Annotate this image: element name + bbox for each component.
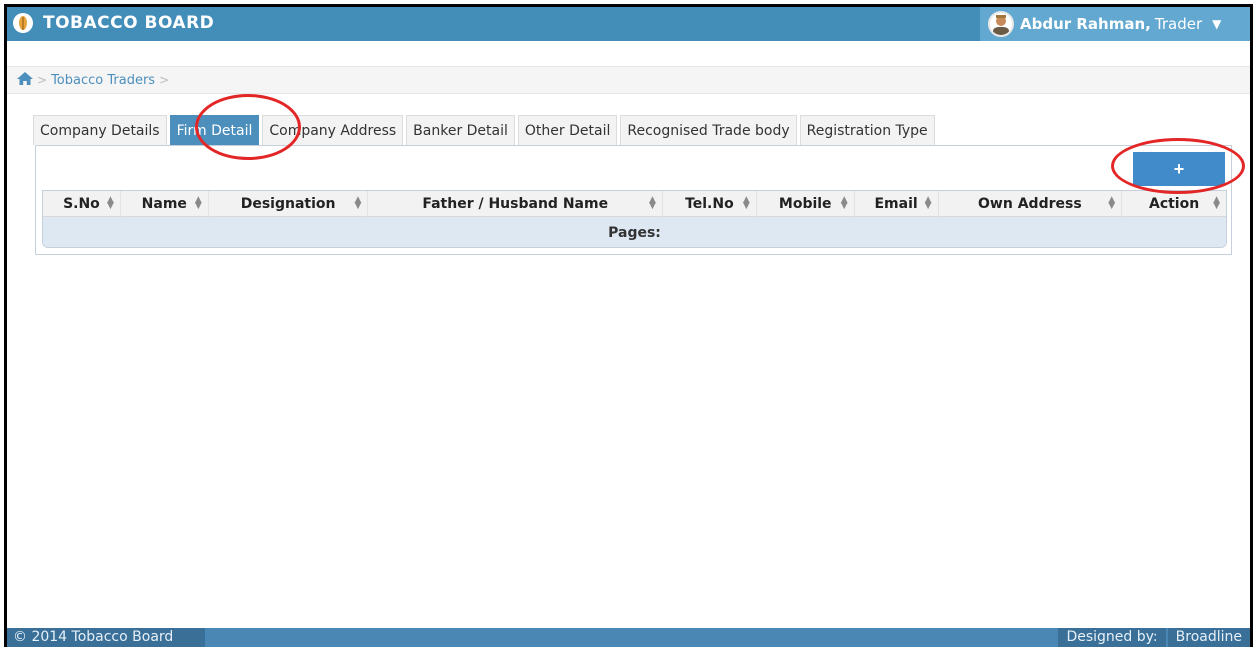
- breadcrumb: > Tobacco Traders >: [7, 66, 1250, 94]
- sort-icon[interactable]: ▲ ▼: [195, 195, 202, 210]
- table-header: S.No ▲ ▼ Name ▲ ▼ Designation ▲ ▼ Father / …: [43, 191, 1226, 217]
- tab-bar: Company Details Firm Detail Company Addr…: [33, 115, 938, 145]
- column-header-tel-no[interactable]: Tel.No ▲ ▼: [663, 191, 757, 217]
- column-header-own-address[interactable]: Own Address ▲ ▼: [939, 191, 1123, 217]
- sort-icon[interactable]: ▲ ▼: [107, 195, 114, 210]
- column-header-designation[interactable]: Designation ▲ ▼: [209, 191, 369, 217]
- sort-icon[interactable]: ▲ ▼: [1213, 195, 1220, 210]
- app-frame: TOBACCO BOARD Abdur Rahman, Trader ▼ > T…: [4, 4, 1253, 647]
- sort-icon[interactable]: ▲ ▼: [649, 195, 656, 210]
- column-header-name[interactable]: Name ▲ ▼: [121, 191, 209, 217]
- top-navbar: TOBACCO BOARD Abdur Rahman, Trader ▼: [7, 7, 1250, 41]
- column-header-mobile[interactable]: Mobile ▲ ▼: [757, 191, 855, 217]
- column-header-email[interactable]: Email ▲ ▼: [855, 191, 939, 217]
- sort-icon[interactable]: ▲ ▼: [743, 195, 750, 210]
- column-header-father-husband-name[interactable]: Father / Husband Name ▲ ▼: [368, 191, 663, 217]
- column-header-action[interactable]: Action ▲ ▼: [1122, 191, 1226, 217]
- designer-link[interactable]: Broadline: [1167, 628, 1250, 647]
- column-header-sno[interactable]: S.No ▲ ▼: [43, 191, 121, 217]
- annotation-circle-add-button: [1111, 138, 1245, 194]
- tab-banker-detail[interactable]: Banker Detail: [406, 115, 515, 145]
- designed-by-label: Designed by:: [1058, 628, 1166, 647]
- pagination: Pages:: [43, 217, 1226, 247]
- chevron-down-icon[interactable]: ▼: [1212, 17, 1221, 31]
- pager-label: Pages:: [608, 224, 661, 241]
- tab-registration-type[interactable]: Registration Type: [799, 115, 935, 145]
- sort-icon[interactable]: ▲ ▼: [925, 195, 932, 210]
- leaf-logo-icon: [13, 13, 33, 33]
- footer: © 2014 Tobacco Board Designed by: Broadl…: [7, 628, 1250, 647]
- user-avatar: [988, 11, 1014, 37]
- annotation-circle-firm-detail: [195, 94, 301, 160]
- tab-panel-firm-detail: + S.No ▲ ▼ Name ▲ ▼ Designation ▲ ▼ Father …: [35, 145, 1232, 255]
- brand-title: TOBACCO BOARD: [43, 13, 215, 33]
- breadcrumb-item-tobacco-traders[interactable]: Tobacco Traders: [51, 73, 155, 88]
- tab-recognised-trade-body[interactable]: Recognised Trade body: [620, 115, 797, 145]
- firm-detail-table: S.No ▲ ▼ Name ▲ ▼ Designation ▲ ▼ Father / …: [42, 190, 1227, 248]
- user-name: Abdur Rahman,: [1020, 15, 1151, 33]
- sort-icon[interactable]: ▲ ▼: [1108, 195, 1115, 210]
- footer-credits: Designed by: Broadline: [1058, 628, 1250, 647]
- sort-icon[interactable]: ▲ ▼: [355, 195, 362, 210]
- sort-icon[interactable]: ▲ ▼: [841, 195, 848, 210]
- tab-other-detail[interactable]: Other Detail: [517, 115, 618, 145]
- tab-company-details[interactable]: Company Details: [33, 115, 167, 145]
- copyright: © 2014 Tobacco Board: [7, 628, 205, 647]
- user-role: Trader: [1154, 15, 1203, 33]
- home-icon[interactable]: [17, 71, 33, 89]
- breadcrumb-separator: >: [159, 73, 170, 87]
- brand[interactable]: TOBACCO BOARD: [13, 13, 214, 33]
- breadcrumb-separator: >: [37, 73, 48, 87]
- user-menu[interactable]: Abdur Rahman, Trader ▼: [980, 7, 1250, 41]
